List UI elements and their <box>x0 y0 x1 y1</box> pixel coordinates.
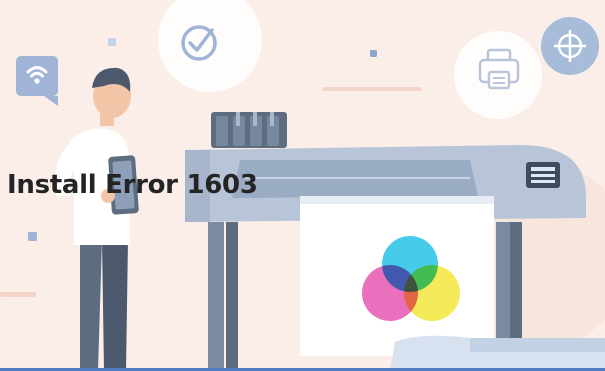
deco-square <box>370 50 377 57</box>
hero-banner: Install Error 1603 <box>0 0 605 371</box>
technician-figure <box>54 67 139 371</box>
deco-square <box>108 38 116 46</box>
page-title: Install Error 1603 <box>7 170 258 200</box>
wifi-icon <box>16 56 58 106</box>
bg-circle-top <box>158 0 262 92</box>
deco-line <box>0 292 36 297</box>
deco-line <box>322 87 422 91</box>
crosshair-icon <box>541 17 599 75</box>
deco-square <box>28 232 37 241</box>
ink-cartridges <box>211 112 287 148</box>
